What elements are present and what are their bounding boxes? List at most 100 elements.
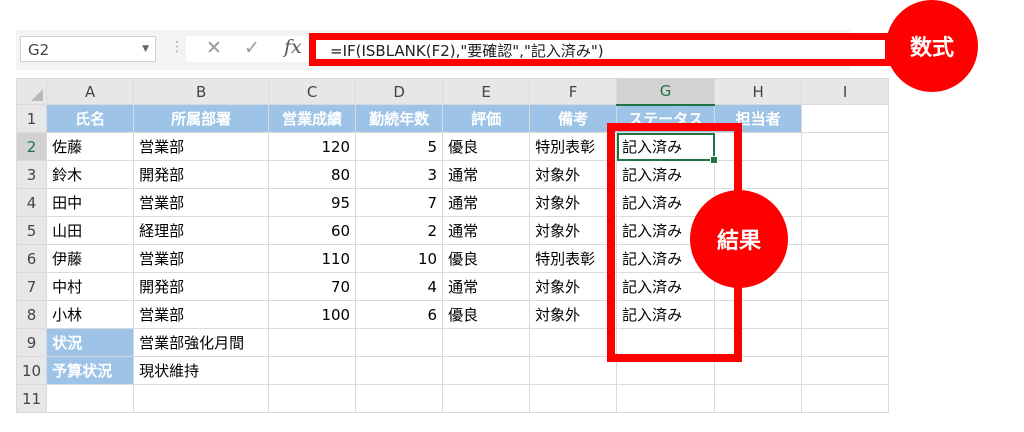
cell-name[interactable]: 中村 [46, 272, 135, 301]
row-header[interactable]: 8 [15, 300, 48, 329]
row-header[interactable]: 10 [15, 356, 48, 385]
header-cell-dept[interactable]: 所属部署 [133, 104, 270, 133]
header-cell-name[interactable]: 氏名 [46, 104, 135, 133]
cell-dept[interactable]: 営業部 [133, 244, 270, 273]
cell[interactable] [529, 328, 618, 357]
column-header-d[interactable]: D [355, 78, 444, 105]
formula-bar-grip-icon[interactable]: ⋮ [170, 39, 184, 55]
cell[interactable] [801, 384, 890, 413]
column-header-h[interactable]: H [714, 78, 803, 105]
cell-eval[interactable]: 優良 [442, 132, 531, 161]
cell-dept[interactable]: 営業部 [133, 188, 270, 217]
column-header-f[interactable]: F [529, 78, 618, 105]
cell[interactable] [268, 356, 357, 385]
cell-years[interactable]: 4 [355, 272, 444, 301]
cell-sales[interactable]: 70 [268, 272, 357, 301]
cell-years[interactable]: 3 [355, 160, 444, 189]
cell[interactable] [529, 384, 618, 413]
cell-note[interactable]: 対象外 [529, 160, 618, 189]
cell-name[interactable]: 佐藤 [46, 132, 135, 161]
header-cell-note[interactable]: 備考 [529, 104, 618, 133]
cell[interactable] [355, 384, 444, 413]
header-cell-years[interactable]: 勤続年数 [355, 104, 444, 133]
cell-eval[interactable]: 通常 [442, 272, 531, 301]
cell[interactable] [268, 384, 357, 413]
row-header[interactable]: 5 [15, 216, 48, 245]
cell[interactable] [801, 104, 890, 133]
cell[interactable] [46, 384, 135, 413]
header-cell-sales[interactable]: 営業成績 [268, 104, 357, 133]
row-header[interactable]: 3 [15, 160, 48, 189]
cell-eval[interactable]: 通常 [442, 216, 531, 245]
cancel-icon[interactable]: ✕ [206, 37, 222, 59]
check-icon[interactable]: ✓ [244, 37, 260, 59]
cell-note[interactable]: 対象外 [529, 188, 618, 217]
row-header[interactable]: 4 [15, 188, 48, 217]
cell[interactable] [801, 300, 890, 329]
cell[interactable] [442, 384, 531, 413]
cell[interactable] [801, 356, 890, 385]
column-header-e[interactable]: E [442, 78, 531, 105]
cell-sales[interactable]: 95 [268, 188, 357, 217]
cell-sales[interactable]: 100 [268, 300, 357, 329]
cell-note[interactable]: 特別表彰 [529, 132, 618, 161]
cell-name[interactable]: 山田 [46, 216, 135, 245]
cell-sales[interactable]: 110 [268, 244, 357, 273]
cell-status-label[interactable]: 状況 [46, 328, 135, 357]
cell-status-value[interactable]: 営業部強化月間 [133, 328, 269, 357]
cell-years[interactable]: 6 [355, 300, 444, 329]
row-header[interactable]: 9 [15, 328, 48, 357]
column-header-g[interactable]: G [616, 78, 716, 106]
cell-note[interactable]: 対象外 [529, 216, 618, 245]
name-box[interactable]: G2 ▼ [20, 36, 156, 62]
cell[interactable] [268, 328, 357, 357]
cell-name[interactable]: 鈴木 [46, 160, 135, 189]
header-cell-eval[interactable]: 評価 [442, 104, 531, 133]
name-box-dropdown-icon[interactable]: ▼ [142, 44, 149, 54]
cell[interactable] [616, 384, 716, 413]
cell-eval[interactable]: 優良 [442, 300, 531, 329]
cell-dept[interactable]: 経理部 [133, 216, 270, 245]
cell-dept[interactable]: 営業部 [133, 300, 270, 329]
cell[interactable] [529, 356, 618, 385]
cell[interactable] [442, 356, 531, 385]
row-header[interactable]: 7 [15, 272, 48, 301]
cell-name[interactable]: 田中 [46, 188, 135, 217]
cell[interactable] [714, 384, 803, 413]
cell[interactable] [801, 188, 890, 217]
cell[interactable] [801, 160, 890, 189]
cell-eval[interactable]: 通常 [442, 160, 531, 189]
cell[interactable] [442, 328, 531, 357]
cell-note[interactable]: 特別表彰 [529, 244, 618, 273]
cell-sales[interactable]: 60 [268, 216, 357, 245]
cell[interactable] [801, 244, 890, 273]
cell-years[interactable]: 7 [355, 188, 444, 217]
cell-name[interactable]: 小林 [46, 300, 135, 329]
cell-eval[interactable]: 優良 [442, 244, 531, 273]
cell-years[interactable]: 2 [355, 216, 444, 245]
cell-dept[interactable]: 営業部 [133, 132, 270, 161]
cell-eval[interactable]: 通常 [442, 188, 531, 217]
cell[interactable] [355, 328, 444, 357]
cell-name[interactable]: 伊藤 [46, 244, 135, 273]
cell-years[interactable]: 5 [355, 132, 444, 161]
cell-sales[interactable]: 120 [268, 132, 357, 161]
column-header-c[interactable]: C [268, 78, 357, 105]
row-header[interactable]: 6 [15, 244, 48, 273]
row-header[interactable]: 1 [15, 104, 48, 133]
column-header-b[interactable]: B [133, 78, 270, 105]
column-header-a[interactable]: A [46, 78, 135, 105]
insert-function-icon[interactable]: fx [284, 36, 302, 58]
cell-note[interactable]: 対象外 [529, 272, 618, 301]
cell-sales[interactable]: 80 [268, 160, 357, 189]
cell-years[interactable]: 10 [355, 244, 444, 273]
cell-note[interactable]: 対象外 [529, 300, 618, 329]
row-header[interactable]: 2 [15, 132, 48, 161]
row-header[interactable]: 11 [15, 384, 48, 413]
cell[interactable] [355, 356, 444, 385]
cell-dept[interactable]: 開発部 [133, 160, 270, 189]
cell-budget-value[interactable]: 現状維持 [133, 356, 270, 385]
cell-dept[interactable]: 開発部 [133, 272, 270, 301]
cell[interactable] [801, 272, 890, 301]
cell[interactable] [801, 328, 890, 357]
